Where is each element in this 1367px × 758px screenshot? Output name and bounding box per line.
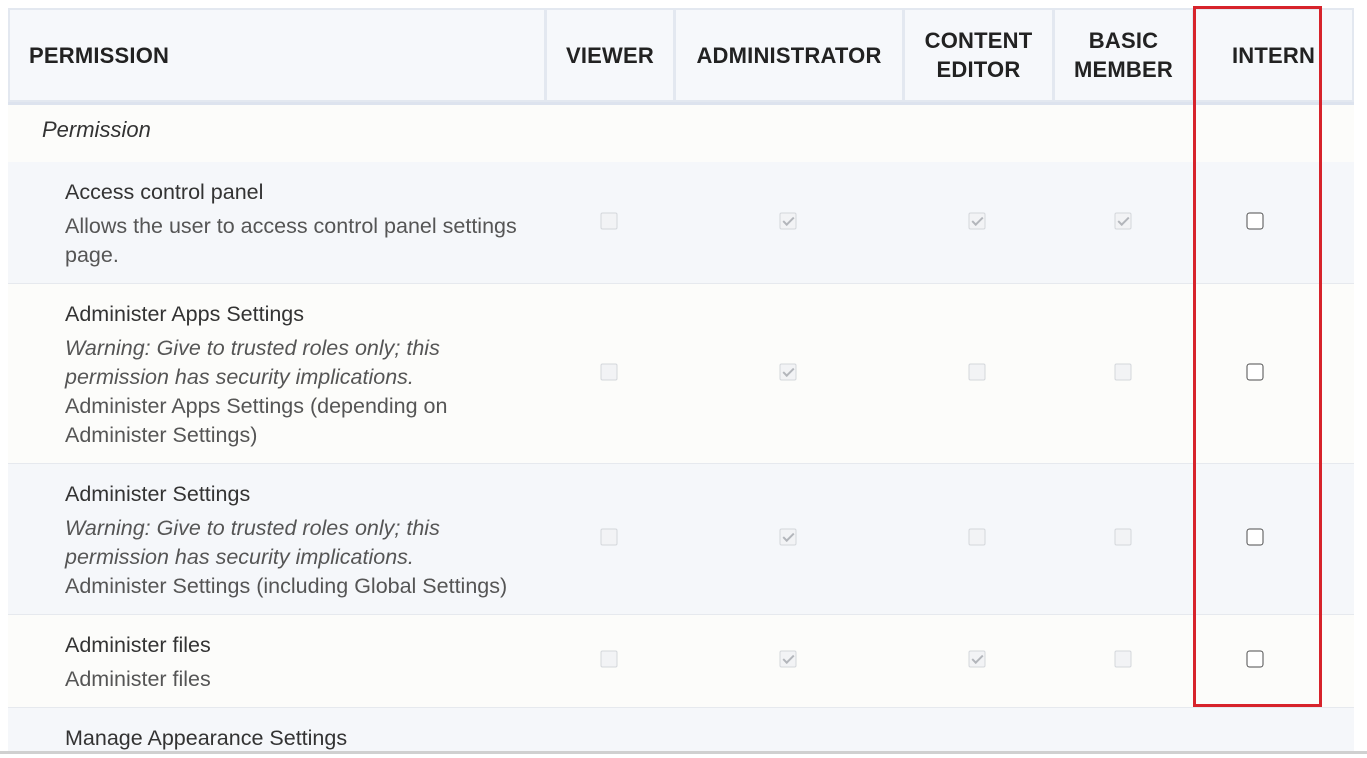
column-header-viewer: VIEWER [545, 8, 675, 102]
table-row: Administer Apps Settings Warning: Give t… [8, 284, 1354, 464]
table-row: Manage Appearance Settings [8, 708, 1354, 754]
viewer-checkbox [600, 212, 618, 230]
table-row: Administer Settings Warning: Give to tru… [8, 464, 1354, 615]
intern-checkbox[interactable] [1246, 363, 1264, 381]
content-editor-checkbox [968, 363, 986, 381]
permission-title: Administer Settings [65, 482, 251, 506]
column-header-label: VIEWER [566, 42, 654, 68]
permission-detail: Administer Settings (including Global Se… [65, 574, 508, 598]
basic-member-checkbox [1114, 212, 1132, 230]
column-header-label: PERMISSION [29, 42, 170, 68]
column-header-basic-member: BASIC MEMBER [1053, 8, 1194, 102]
administrator-checkbox [779, 650, 797, 668]
permission-description: Administer files Administer files [65, 631, 535, 694]
basic-member-checkbox [1114, 650, 1132, 668]
basic-member-checkbox [1114, 528, 1132, 546]
permission-title: Administer Apps Settings [65, 302, 305, 326]
permission-detail: Administer files [65, 667, 211, 691]
column-header-permission: PERMISSION [8, 8, 546, 102]
administrator-checkbox [779, 212, 797, 230]
permission-title: Manage Appearance Settings [65, 726, 348, 750]
administrator-checkbox [779, 528, 797, 546]
content-editor-checkbox [968, 650, 986, 668]
column-header-label: INTERN [1231, 42, 1316, 68]
intern-checkbox[interactable] [1246, 650, 1264, 668]
permission-description: Access control panel Allows the user to … [65, 178, 535, 270]
table-header: PERMISSION VIEWER ADMINISTRATOR CONTENT … [8, 8, 1354, 105]
permission-group-heading: Permission [8, 105, 1354, 163]
intern-checkbox[interactable] [1246, 212, 1264, 230]
permission-detail: Allows the user to access control panel … [65, 214, 517, 267]
viewer-checkbox [600, 650, 618, 668]
permission-description: Administer Settings Warning: Give to tru… [65, 480, 535, 601]
table-row: Access control panel Allows the user to … [8, 162, 1354, 284]
column-header-intern: INTERN [1193, 8, 1354, 102]
permission-warning: Warning: Give to trusted roles only; thi… [65, 336, 440, 389]
basic-member-checkbox [1114, 363, 1132, 381]
permission-warning: Warning: Give to trusted roles only; thi… [65, 516, 440, 569]
permission-title: Administer files [65, 633, 211, 657]
column-header-label: BASIC MEMBER [1074, 28, 1173, 82]
permission-detail: Administer Apps Settings (depending on A… [65, 394, 448, 447]
content-editor-checkbox [968, 212, 986, 230]
administrator-checkbox [779, 363, 797, 381]
column-header-content-editor: CONTENT EDITOR [903, 8, 1054, 102]
table-row: Administer files Administer files [8, 615, 1354, 708]
permission-title: Access control panel [65, 180, 264, 204]
column-header-administrator: ADMINISTRATOR [674, 8, 904, 102]
intern-checkbox[interactable] [1246, 528, 1264, 546]
viewer-checkbox [600, 528, 618, 546]
viewer-checkbox [600, 363, 618, 381]
column-header-label: CONTENT EDITOR [924, 28, 1033, 82]
permission-description: Administer Apps Settings Warning: Give t… [65, 300, 535, 450]
column-header-label: ADMINISTRATOR [696, 42, 882, 68]
content-editor-checkbox [968, 528, 986, 546]
group-label: Permission [42, 117, 151, 142]
